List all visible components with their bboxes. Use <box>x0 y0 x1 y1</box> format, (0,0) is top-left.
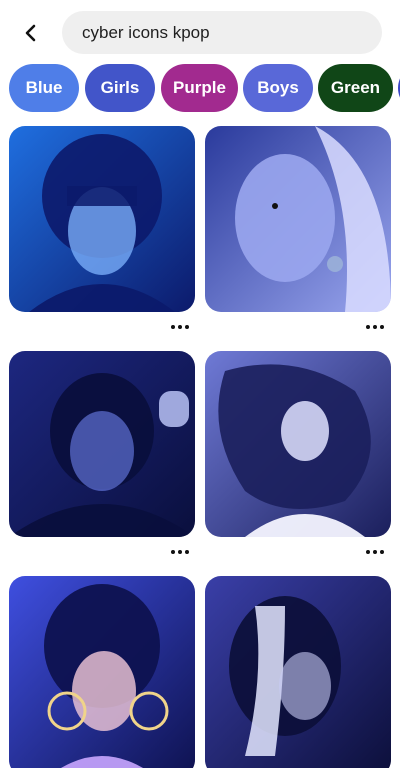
more-dot <box>171 325 175 329</box>
chip-girls[interactable]: Girls <box>85 64 155 112</box>
pin-image[interactable] <box>9 126 195 312</box>
search-bar[interactable] <box>62 11 382 54</box>
more-dot <box>185 325 189 329</box>
pin-image[interactable] <box>9 576 195 768</box>
pin-photo <box>205 126 391 312</box>
more-dot <box>366 550 370 554</box>
more-dot <box>171 550 175 554</box>
chip-boys[interactable]: Boys <box>243 64 313 112</box>
more-dot <box>380 325 384 329</box>
more-dot <box>178 550 182 554</box>
search-results-screen: Blue Girls Purple Boys Green <box>0 0 400 768</box>
search-input[interactable] <box>80 21 364 44</box>
pin-photo <box>205 576 391 768</box>
back-button[interactable] <box>14 16 48 50</box>
chip-blue[interactable]: Blue <box>9 64 79 112</box>
pin-image[interactable] <box>205 351 391 537</box>
more-dot <box>373 550 377 554</box>
more-dot <box>373 325 377 329</box>
pin-more-button[interactable] <box>362 320 388 334</box>
pin-image[interactable] <box>9 351 195 537</box>
pin-more-button[interactable] <box>167 320 193 334</box>
pin-more-button[interactable] <box>362 545 388 559</box>
more-dot <box>366 325 370 329</box>
more-dot <box>185 550 189 554</box>
pin-image[interactable] <box>205 126 391 312</box>
pin-more-button[interactable] <box>167 545 193 559</box>
pin-photo <box>9 576 195 768</box>
pin-photo <box>9 351 195 537</box>
pin-photo <box>9 126 195 312</box>
search-header <box>0 0 400 64</box>
pin-image[interactable] <box>205 576 391 768</box>
more-dot <box>380 550 384 554</box>
filter-chips: Blue Girls Purple Boys Green <box>0 64 400 114</box>
back-arrow-icon <box>25 24 36 42</box>
chip-purple[interactable]: Purple <box>161 64 238 112</box>
chip-green[interactable]: Green <box>318 64 393 112</box>
more-dot <box>178 325 182 329</box>
pin-photo <box>205 351 391 537</box>
